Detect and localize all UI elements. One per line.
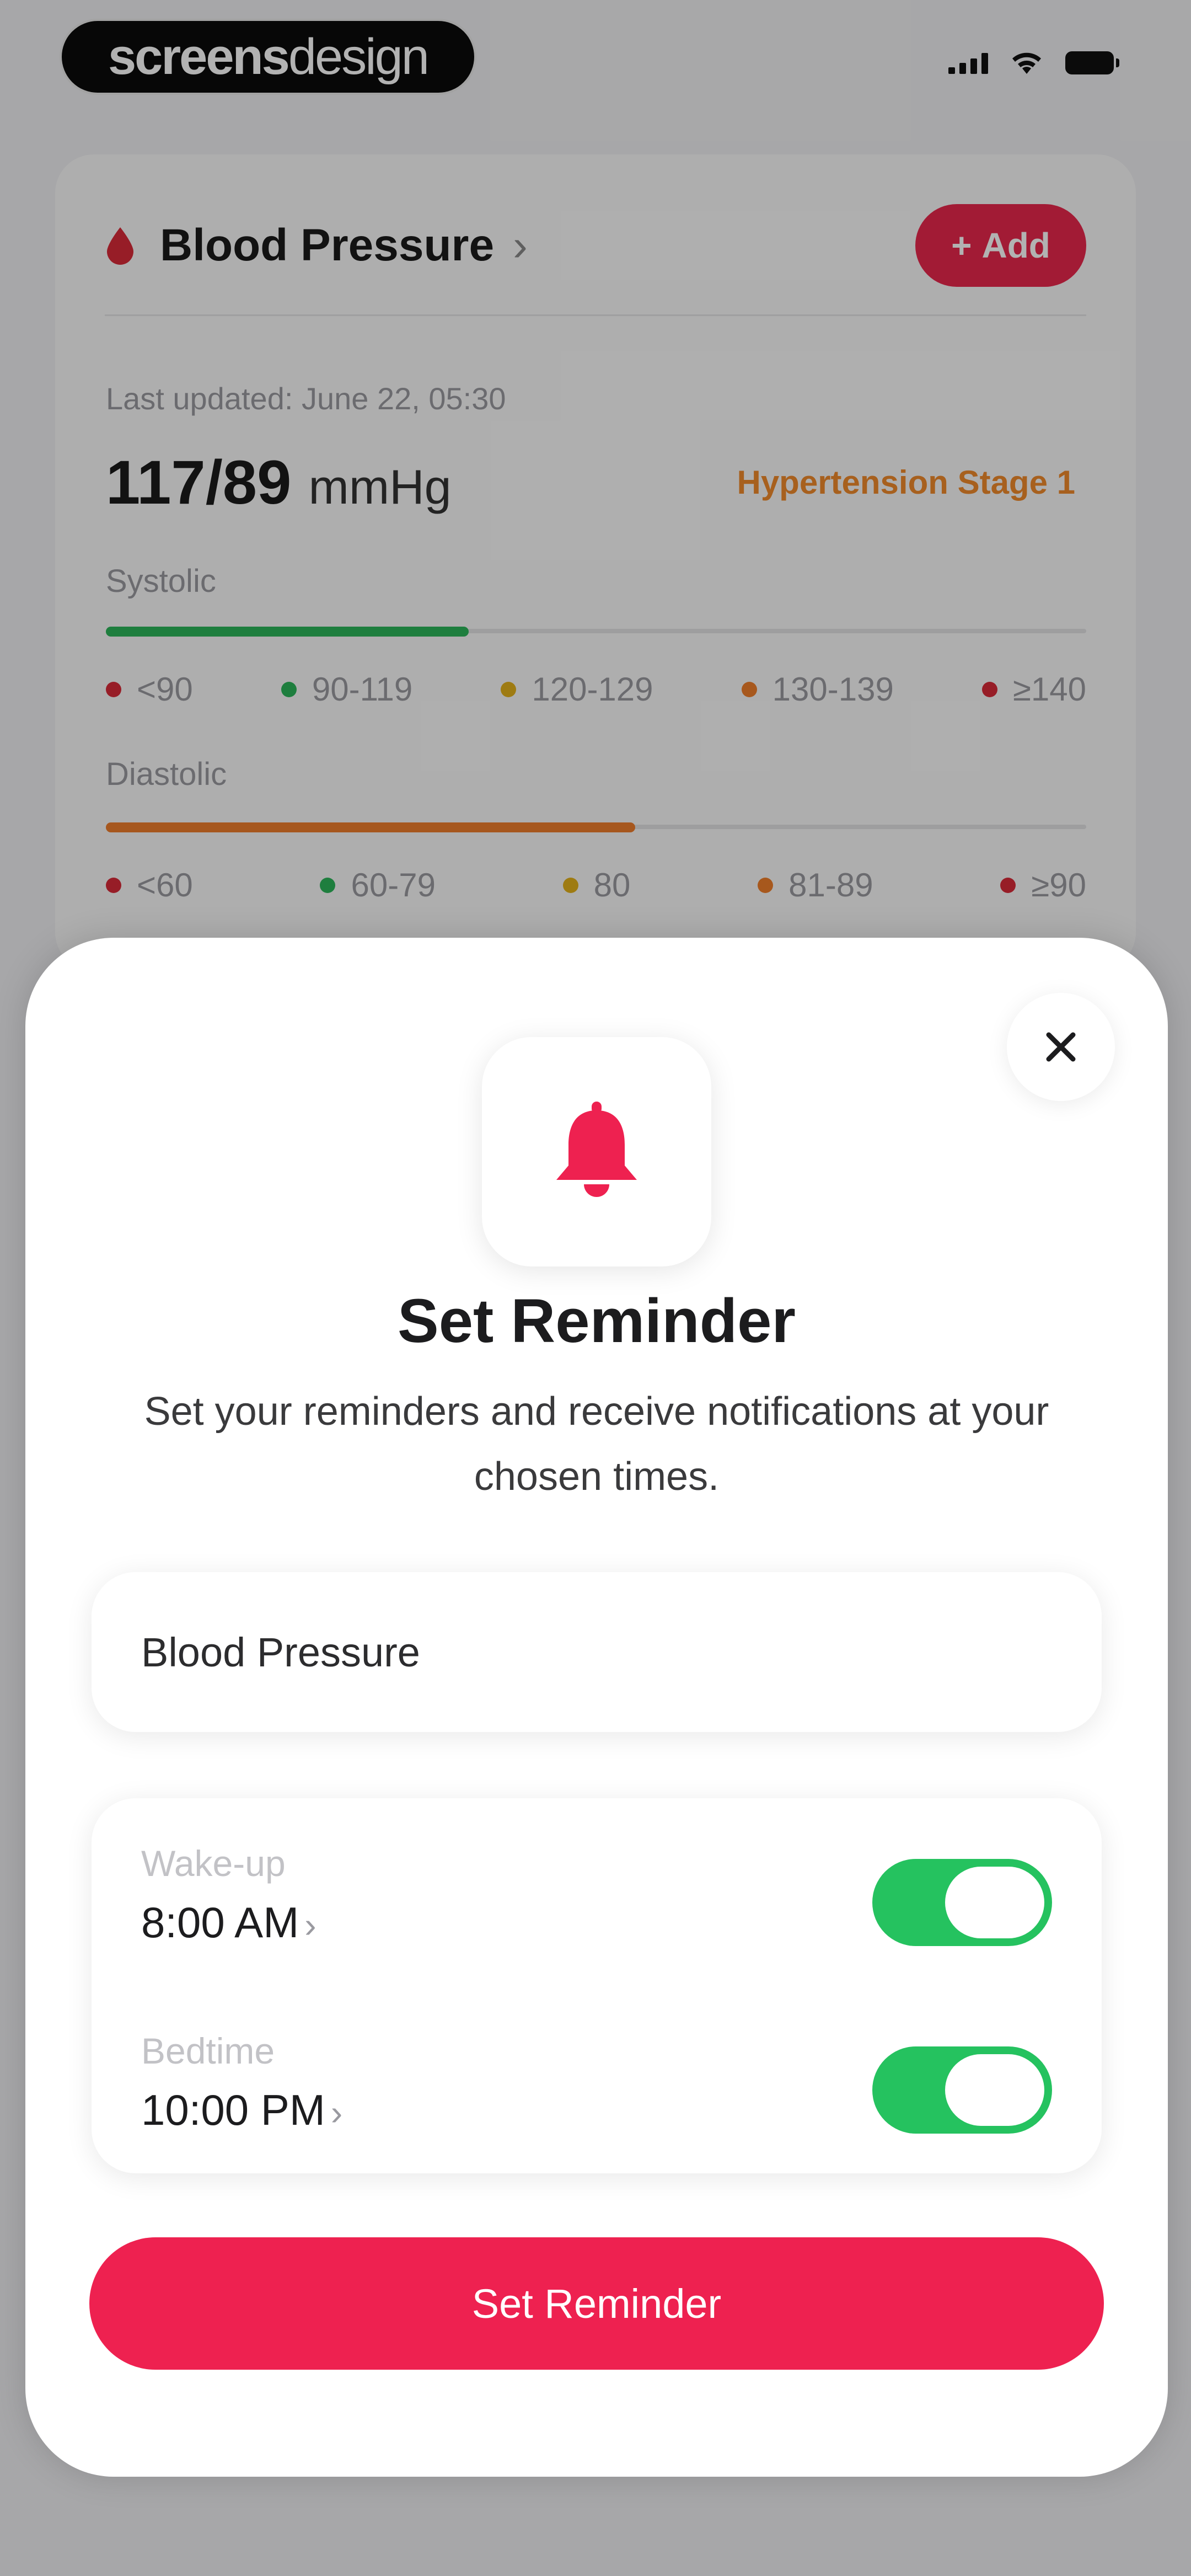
reminder-type-field[interactable]: Blood Pressure	[92, 1572, 1102, 1732]
close-button[interactable]	[1007, 993, 1115, 1101]
wake-up-time-value: 8:00 AM	[141, 1898, 299, 1947]
bedtime-toggle[interactable]	[872, 2046, 1052, 2134]
chevron-right-icon: ›	[330, 2093, 343, 2133]
wake-up-time[interactable]: 8:00 AM ›	[141, 1898, 316, 1948]
bell-icon	[556, 1102, 637, 1197]
wake-up-row: Wake-up 8:00 AM ›	[141, 1837, 1052, 1975]
close-icon	[1046, 1032, 1076, 1062]
bell-badge	[482, 1037, 711, 1266]
toggle-knob	[945, 1867, 1044, 1938]
bedtime-time[interactable]: 10:00 PM ›	[141, 2085, 342, 2135]
bedtime-time-value: 10:00 PM	[141, 2086, 325, 2134]
wake-up-toggle[interactable]	[872, 1859, 1052, 1946]
set-reminder-button-label: Set Reminder	[471, 2280, 722, 2327]
sheet-description: Set your reminders and receive notificat…	[144, 1389, 1049, 1499]
toggle-knob	[945, 2054, 1044, 2126]
reminder-type-value: Blood Pressure	[141, 1629, 420, 1675]
set-reminder-sheet: Set Reminder Set your reminders and rece…	[25, 938, 1168, 2477]
sheet-title: Set Reminder	[398, 1286, 796, 1355]
chevron-right-icon: ›	[304, 1905, 316, 1945]
bedtime-label: Bedtime	[141, 2030, 275, 2071]
bedtime-row: Bedtime 10:00 PM ›	[141, 2024, 1052, 2162]
set-reminder-button[interactable]: Set Reminder	[89, 2237, 1104, 2370]
reminder-times-card: Wake-up 8:00 AM › Bedtime 10:00 PM ›	[92, 1798, 1102, 2173]
wake-up-label: Wake-up	[141, 1843, 286, 1884]
